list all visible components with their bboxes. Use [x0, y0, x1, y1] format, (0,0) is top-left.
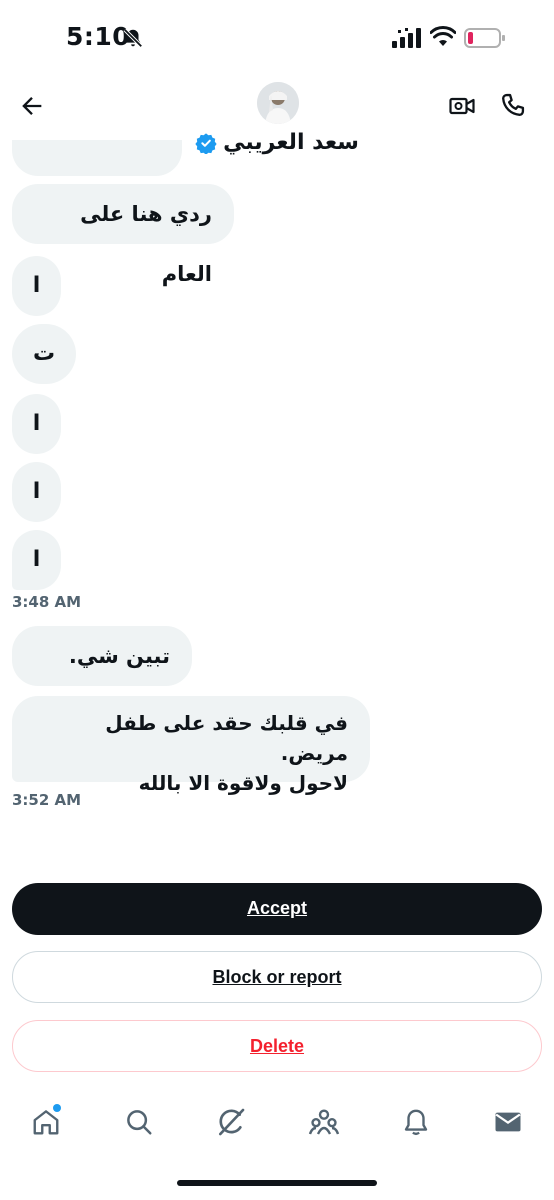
- message-thread[interactable]: ردي هنا على العام ا ت ا ا ا 3:48 AM تبين…: [0, 140, 554, 820]
- home-notification-dot: [53, 1104, 61, 1112]
- arrow-left-icon: [22, 97, 42, 115]
- wifi-icon: [430, 26, 456, 46]
- nav-messages[interactable]: [490, 1104, 526, 1140]
- delete-button[interactable]: Delete: [12, 1020, 542, 1072]
- status-bar: 5:10: [0, 0, 554, 76]
- avatar-image: [257, 82, 299, 124]
- nav-search[interactable]: [121, 1104, 157, 1140]
- nav-notifications[interactable]: [398, 1104, 434, 1140]
- message-bubble[interactable]: تبين شي. ردي: [12, 626, 192, 728]
- cellular-signal-icon: [392, 28, 421, 48]
- video-camera-icon: [449, 97, 475, 115]
- message-timestamp: 3:52 AM: [12, 791, 82, 809]
- envelope-icon: [495, 1112, 521, 1132]
- contact-name-row[interactable]: سعد العريبي: [0, 130, 554, 155]
- conversation-header: سعد العريبي: [0, 76, 554, 170]
- verified-badge-icon: [195, 132, 217, 154]
- message-bubble[interactable]: ا: [12, 256, 61, 316]
- bell-icon: [404, 1109, 428, 1136]
- nav-communities[interactable]: [306, 1104, 342, 1140]
- message-bubble[interactable]: ردي هنا على العام: [12, 184, 234, 286]
- home-indicator: [177, 1180, 377, 1186]
- video-call-button[interactable]: [446, 90, 478, 122]
- message-bubble[interactable]: ت: [12, 324, 76, 384]
- nav-grok[interactable]: [213, 1104, 249, 1140]
- bell-off-icon: [123, 28, 143, 48]
- phone-icon: [502, 93, 525, 116]
- message-bubble[interactable]: ا: [12, 462, 61, 522]
- message-bubble[interactable]: ا: [12, 394, 61, 454]
- status-time: 5:10: [66, 22, 131, 51]
- communities-icon: [308, 1109, 340, 1135]
- message-line: لاحول ولاقوة الا بالله: [138, 771, 348, 795]
- contact-name: سعد العريبي: [223, 130, 359, 155]
- message-bubble[interactable]: في قلبك حقد على طفل مريض. لاحول ولاقوة ا…: [12, 696, 370, 795]
- voice-call-button[interactable]: [496, 88, 530, 122]
- accept-button[interactable]: Accept: [12, 883, 542, 935]
- message-timestamp: 3:48 AM: [12, 593, 82, 611]
- grok-icon: [219, 1108, 245, 1136]
- message-bubble[interactable]: ا: [12, 530, 61, 590]
- battery-icon: [464, 28, 505, 48]
- avatar[interactable]: [257, 82, 299, 124]
- search-icon: [127, 1110, 152, 1135]
- message-line: في قلبك حقد على طفل مريض.: [105, 711, 348, 765]
- block-or-report-button[interactable]: Block or report: [12, 951, 542, 1003]
- back-button[interactable]: [16, 90, 48, 122]
